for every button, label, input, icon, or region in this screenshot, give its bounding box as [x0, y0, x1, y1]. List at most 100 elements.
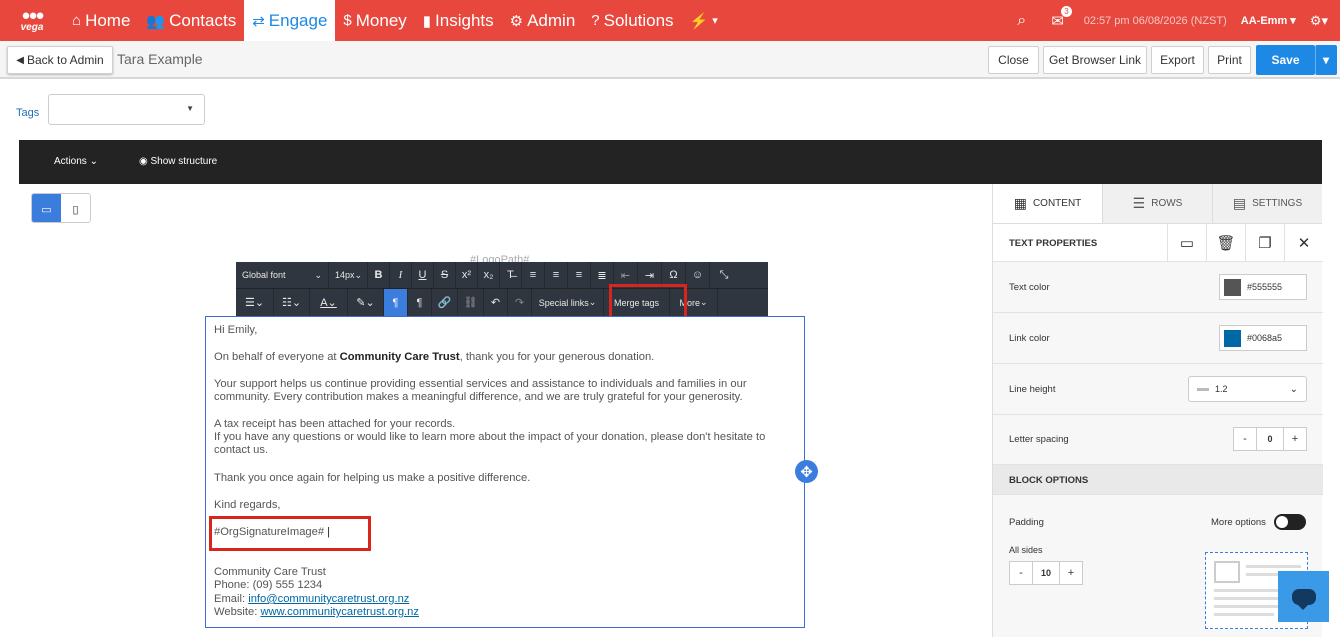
grid-icon: ▦ [1013, 195, 1027, 211]
nav-contacts[interactable]: 👥 Contacts [138, 0, 244, 41]
highlight-icon[interactable]: ✎⌄ [348, 289, 384, 316]
link-icon[interactable]: 🔗 [432, 289, 458, 316]
vega-logo[interactable]: ●●● vega [0, 0, 64, 41]
close-button[interactable]: Close [988, 46, 1039, 74]
question-circle-icon: ? [591, 12, 600, 29]
close-icon[interactable]: ✕ [1284, 224, 1323, 262]
thanks-paragraph: Thank you once again for helping us make… [214, 472, 531, 484]
signature-highlight [209, 516, 371, 551]
image-placeholder-icon [1214, 561, 1240, 583]
save-button[interactable]: Save [1256, 45, 1315, 75]
link-color-picker[interactable]: #0068a5 [1219, 325, 1307, 351]
bar-chart-icon: ▮ [422, 12, 432, 30]
search-icon[interactable]: ⌕ [1004, 12, 1040, 30]
nav-money[interactable]: $ Money [335, 0, 414, 41]
font-size-select[interactable]: 14px ⌄ [329, 261, 368, 289]
show-structure-toggle[interactable]: ◉ Show structure [139, 156, 217, 167]
contact-paragraph: If you have any questions or would like … [214, 431, 766, 457]
align-left-icon[interactable]: ≡ [522, 261, 545, 289]
bullet-list-icon[interactable]: ☷⌄ [274, 289, 310, 316]
org-name: Community Care Trust [214, 566, 326, 578]
decrement-button[interactable]: - [1234, 428, 1256, 450]
ordered-list-icon[interactable]: ☰⌄ [236, 289, 274, 316]
print-button[interactable]: Print [1208, 46, 1251, 74]
bolt-icon: ⚡ [689, 12, 709, 30]
link-color-row: Link color #0068a5 [993, 313, 1323, 364]
exchange-icon: ⇄ [252, 12, 265, 30]
subscript-icon[interactable]: x₂ [478, 261, 500, 289]
user-menu[interactable]: AA-Emm ▾ [1241, 14, 1310, 27]
underline-icon[interactable]: U [412, 261, 434, 289]
back-to-admin-button[interactable]: ◀ Back to Admin [7, 46, 113, 74]
people-logo-icon: ●●● [21, 7, 44, 24]
align-center-icon[interactable]: ≡ [545, 261, 568, 289]
mobile-icon[interactable]: ▯ [61, 194, 90, 222]
email-link[interactable]: info@communitycaretrust.org.nz [248, 593, 409, 605]
users-icon: 👥 [146, 12, 166, 30]
tab-content[interactable]: ▦ CONTENT [993, 184, 1102, 223]
chevron-down-icon: ▾ [712, 15, 718, 27]
nav-insights[interactable]: ▮ Insights [415, 0, 502, 41]
line-height-select[interactable]: 1.2 ⌄ [1188, 376, 1307, 402]
unlink-icon[interactable]: ⛓ [458, 289, 484, 316]
clear-format-icon[interactable]: T̶ [500, 261, 522, 289]
text-color-swatch [1224, 278, 1241, 296]
caret-down-icon: ▼ [186, 104, 194, 113]
increment-button[interactable]: + [1284, 428, 1306, 450]
special-links-menu[interactable]: Special links ⌄ [532, 289, 604, 316]
tax-receipt-text: A tax receipt has been attached for your… [214, 418, 456, 430]
padding-stepper: - 10 + [1009, 561, 1083, 585]
export-button[interactable]: Export [1151, 46, 1204, 74]
messages-button[interactable]: ✉ 3 [1040, 5, 1076, 30]
editor-topbar: Actions ⌄ ◉ Show structure [19, 140, 1322, 184]
collapse-icon[interactable]: ⤡ [710, 262, 738, 289]
increment-button[interactable]: + [1060, 562, 1082, 584]
email-text-block[interactable]: Hi Emily, On behalf of everyone at Commu… [205, 316, 805, 628]
tags-label: Tags [16, 107, 40, 119]
website-link[interactable]: www.communitycaretrust.org.nz [260, 606, 419, 618]
strikethrough-icon[interactable]: S [434, 261, 456, 289]
font-family-select[interactable]: Global font ⌄ [236, 261, 329, 289]
redo-icon[interactable]: ↷ [508, 289, 532, 316]
letter-spacing-row: Letter spacing - 0 + [993, 415, 1323, 465]
nav-admin[interactable]: ⚙ Admin [502, 0, 584, 41]
font-color-icon[interactable]: A⌄ [310, 289, 348, 316]
chat-bubble-icon [1291, 588, 1316, 610]
superscript-icon[interactable]: x² [456, 261, 478, 289]
trash-icon[interactable]: 🗑 [1206, 224, 1245, 262]
comment-icon[interactable]: ▭ [1167, 224, 1206, 262]
get-browser-link-button[interactable]: Get Browser Link [1043, 46, 1147, 74]
decrement-button[interactable]: - [1010, 562, 1032, 584]
support-paragraph: Your support helps us continue providing… [214, 378, 747, 404]
actions-menu[interactable]: Actions ⌄ [54, 156, 98, 167]
nav-quick-actions[interactable]: ⚡ ▾ [682, 0, 726, 41]
align-right-icon[interactable]: ≡ [568, 261, 591, 289]
nav-solutions[interactable]: ? Solutions [583, 0, 681, 41]
emoji-icon[interactable]: ☺ [686, 261, 710, 289]
italic-icon[interactable]: I [390, 261, 412, 289]
tags-select[interactable]: ▼ [48, 94, 205, 125]
bold-icon[interactable]: B [368, 261, 390, 289]
nav-engage[interactable]: ⇄ Engage [244, 0, 336, 41]
rtl-direction-icon[interactable]: ¶ [408, 289, 432, 316]
more-options-toggle[interactable] [1274, 514, 1306, 530]
save-options-caret-icon[interactable]: ▾ [1315, 45, 1337, 75]
device-switcher: ▭ ▯ [31, 193, 91, 223]
chevron-down-icon: ⌄ [1289, 383, 1298, 395]
desktop-icon[interactable]: ▭ [32, 194, 61, 222]
settings-menu-icon[interactable]: ⚙▾ [1310, 13, 1340, 29]
action-bar: ◀ Back to Admin Tara Example Close Get Br… [0, 41, 1340, 79]
tab-rows[interactable]: ☰ ROWS [1102, 184, 1212, 223]
tab-settings[interactable]: ▤ SETTINGS [1212, 184, 1322, 223]
chevron-down-icon: ⌄ [89, 156, 98, 167]
cogs-icon: ⚙ [509, 12, 524, 30]
letter-spacing-stepper: - 0 + [1233, 427, 1307, 451]
move-arrows-icon[interactable]: ✥ [795, 460, 818, 483]
duplicate-icon[interactable]: ❐ [1245, 224, 1284, 262]
chat-support-button[interactable] [1278, 571, 1329, 622]
ltr-direction-icon[interactable]: ¶ [384, 289, 408, 316]
text-color-picker[interactable]: #555555 [1219, 274, 1307, 300]
undo-icon[interactable]: ↶ [484, 289, 508, 316]
chevron-down-icon: ⌄ [354, 269, 363, 280]
nav-home[interactable]: ⌂ Home [64, 0, 138, 41]
